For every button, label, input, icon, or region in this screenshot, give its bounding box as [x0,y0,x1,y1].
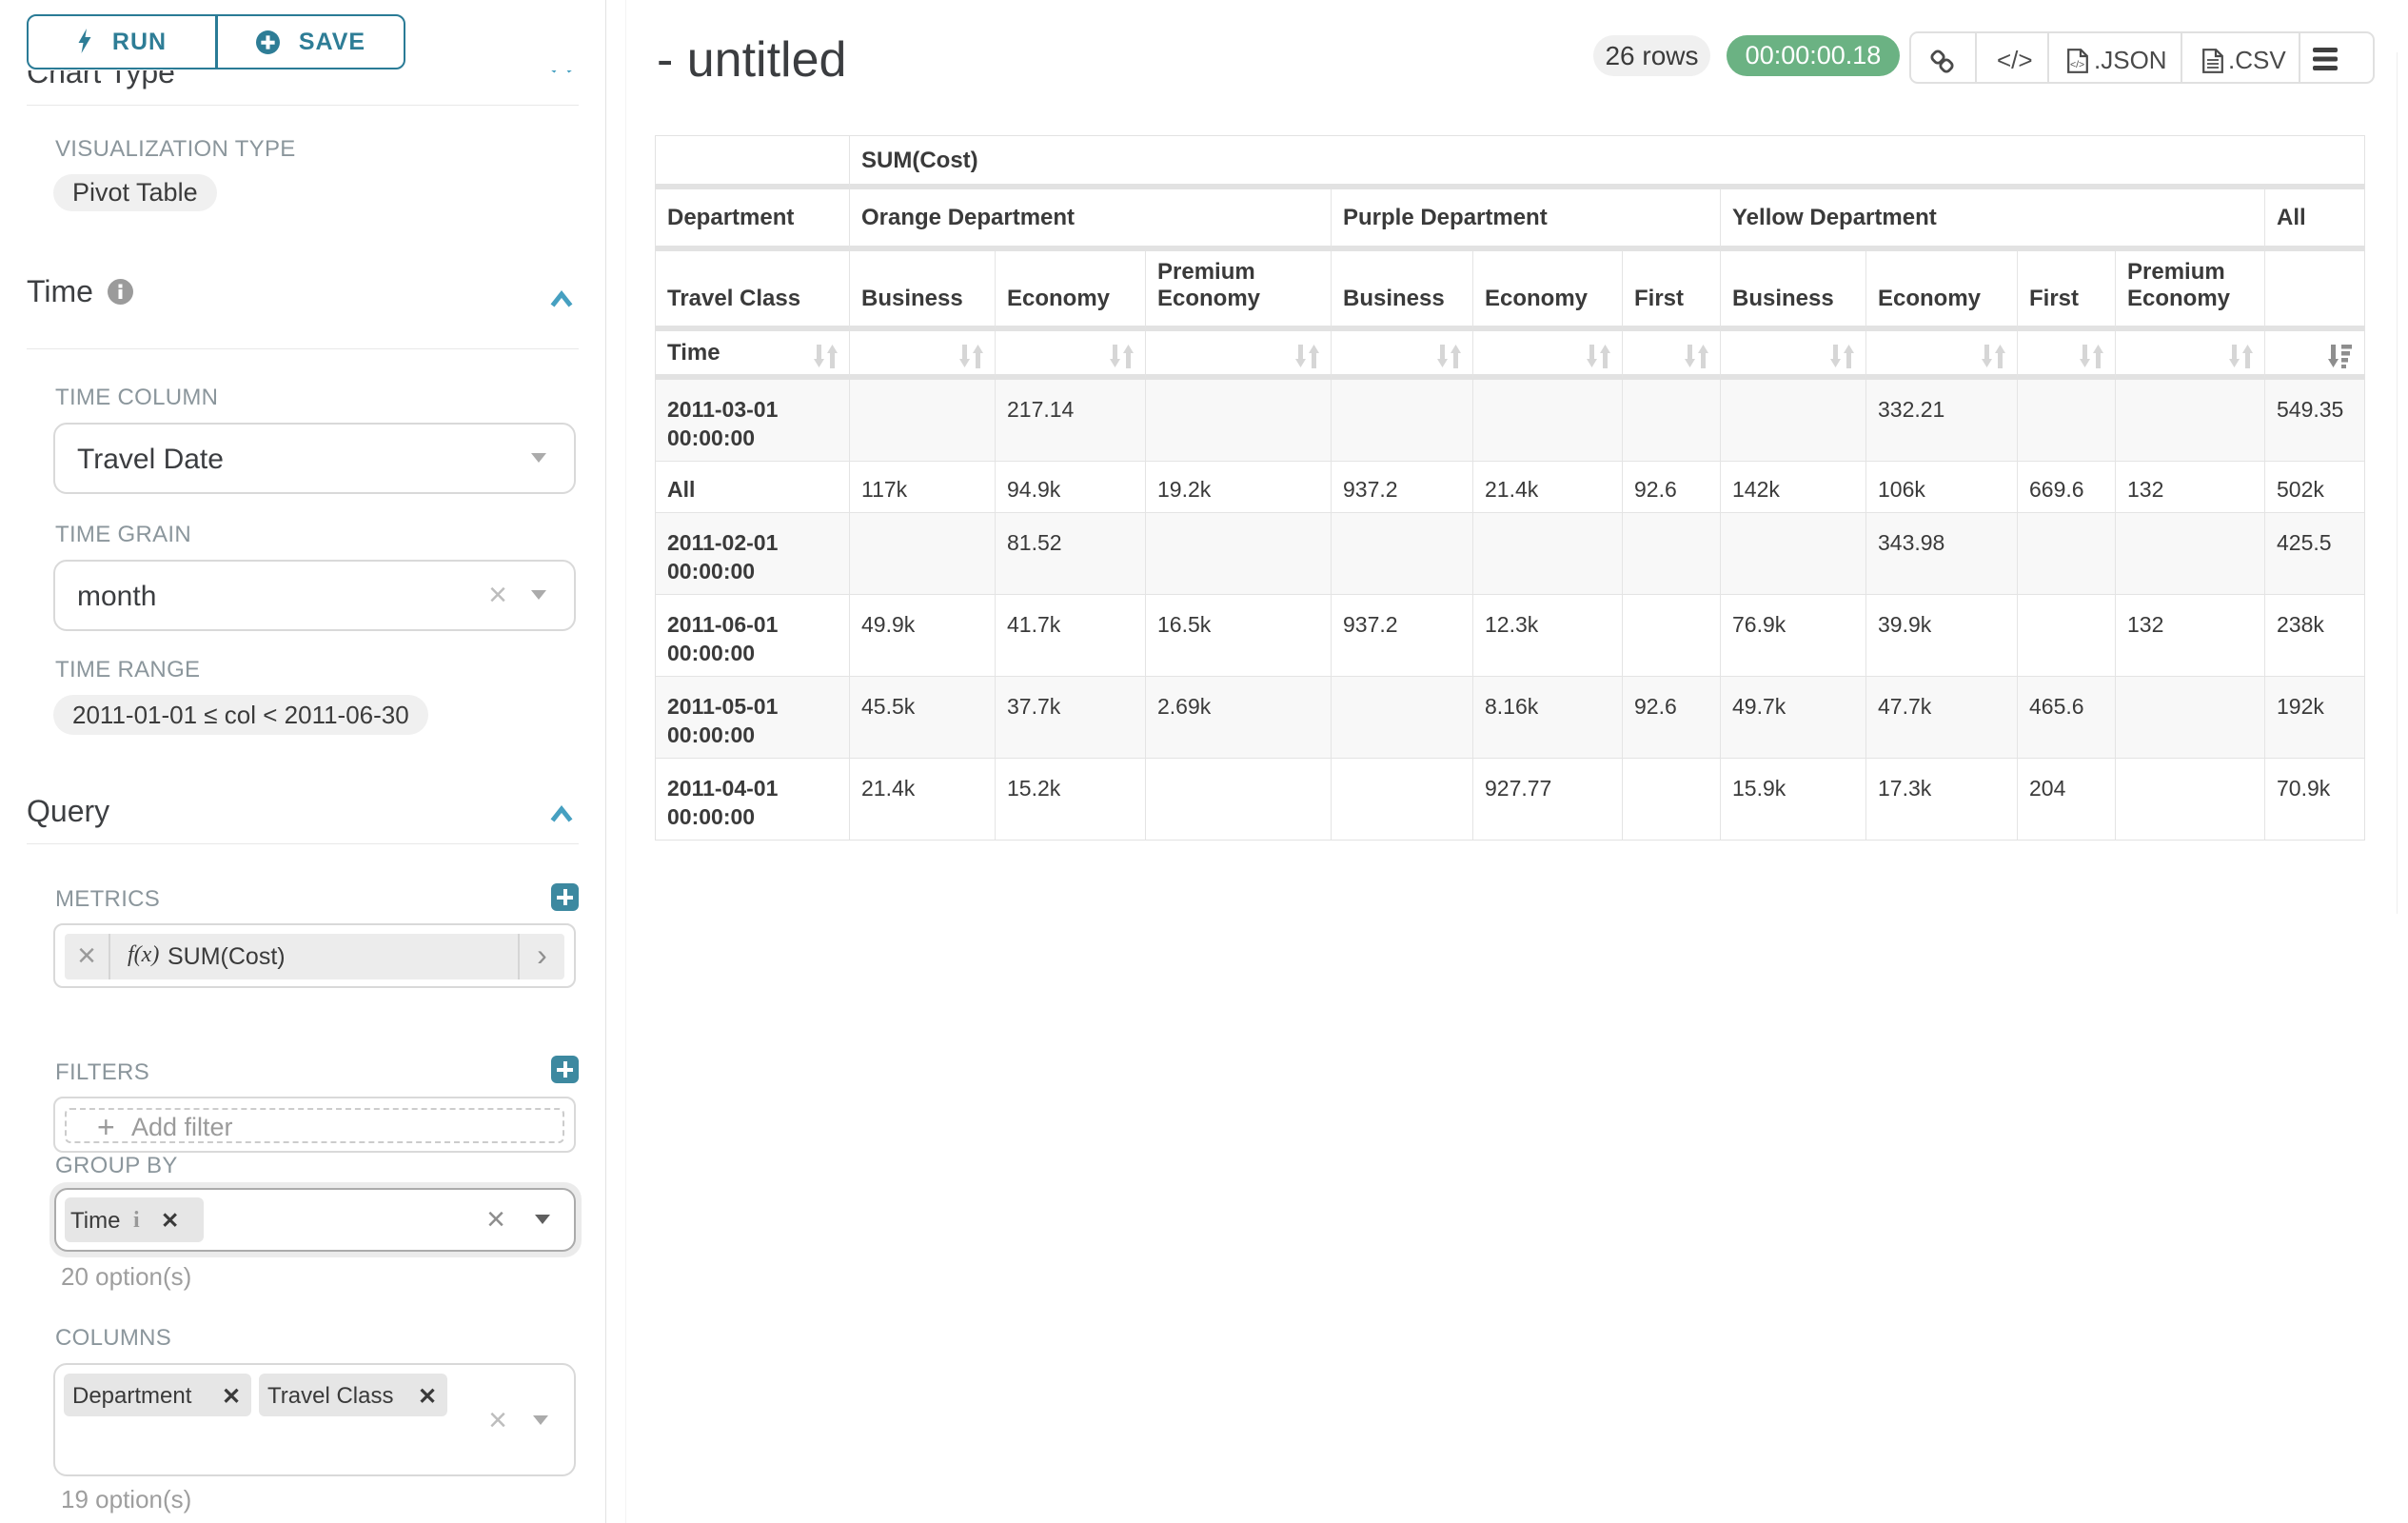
svg-text:</>: </> [2070,59,2084,70]
